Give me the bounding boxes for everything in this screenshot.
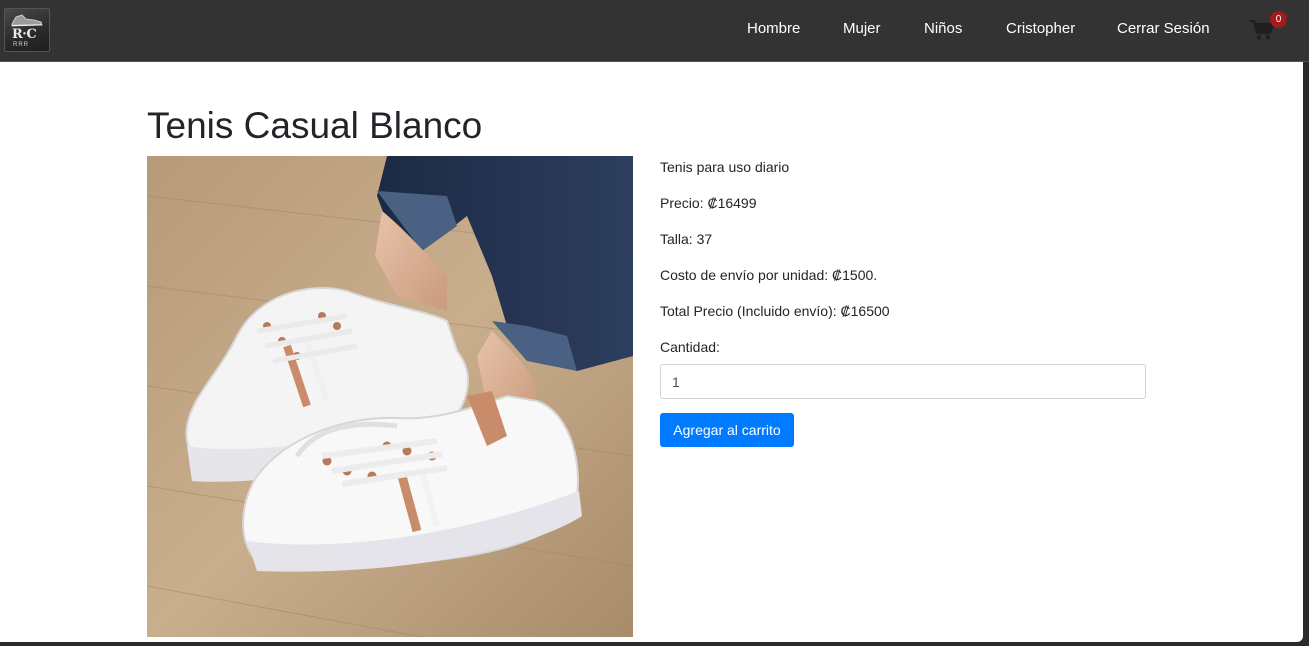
nav-logout[interactable]: Cerrar Sesión	[1117, 20, 1210, 38]
shipping-cost: Costo de envío por unidad: ₡1500.	[660, 267, 878, 283]
nav-mujer[interactable]: Mujer	[843, 20, 881, 38]
navbar: R·C RRR Hombre Mujer Niños Cristopher Ce…	[0, 0, 1309, 62]
product-description: Tenis para uso diario	[660, 159, 790, 175]
product-price: Precio: ₡16499	[660, 195, 757, 211]
product-size: Talla: 37	[660, 231, 713, 247]
quantity-label: Cantidad:	[660, 339, 720, 355]
nav-hombre[interactable]: Hombre	[747, 20, 800, 38]
product-image	[147, 156, 633, 637]
product-photo	[147, 156, 633, 637]
logo-subtext: RRR	[13, 42, 29, 48]
brand-logo[interactable]: R·C RRR	[4, 8, 50, 52]
shoe-icon	[11, 14, 43, 27]
logo-text: R·C	[12, 27, 37, 42]
nav-ninos[interactable]: Niños	[924, 20, 962, 38]
quantity-input[interactable]	[660, 364, 1146, 399]
nav-user-profile[interactable]: Cristopher	[1006, 20, 1075, 38]
window-edge	[1303, 62, 1309, 646]
total-price: Total Precio (Incluido envío): ₡16500	[660, 303, 890, 319]
cart-count-badge: 0	[1270, 11, 1287, 28]
product-title: Tenis Casual Blanco	[147, 105, 483, 146]
add-to-cart-button[interactable]: Agregar al carrito	[660, 413, 794, 447]
main-content: Tenis Casual Blanco Tenis para uso diari…	[0, 62, 1303, 642]
